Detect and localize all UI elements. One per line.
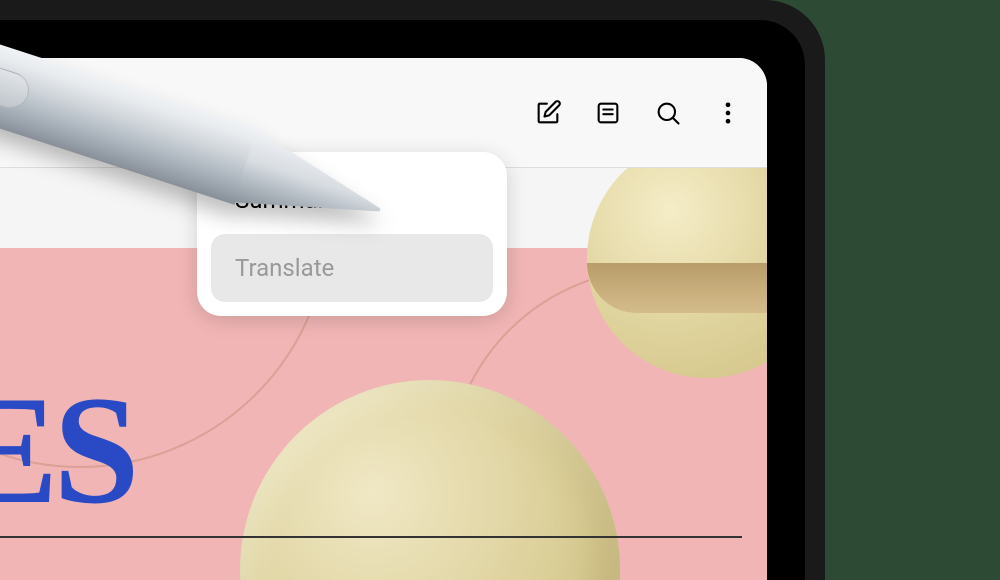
list-icon [594,99,622,127]
search-icon [654,99,682,127]
page-divider [0,536,742,538]
more-options-button[interactable] [714,99,742,127]
list-button[interactable] [594,99,622,127]
edit-button[interactable] [534,99,562,127]
document-image [587,263,767,313]
menu-item-translate[interactable]: Translate [211,234,493,302]
document-title-fragment: ES [0,373,135,528]
search-button[interactable] [654,99,682,127]
more-vertical-icon [714,99,742,127]
edit-icon [534,99,562,127]
